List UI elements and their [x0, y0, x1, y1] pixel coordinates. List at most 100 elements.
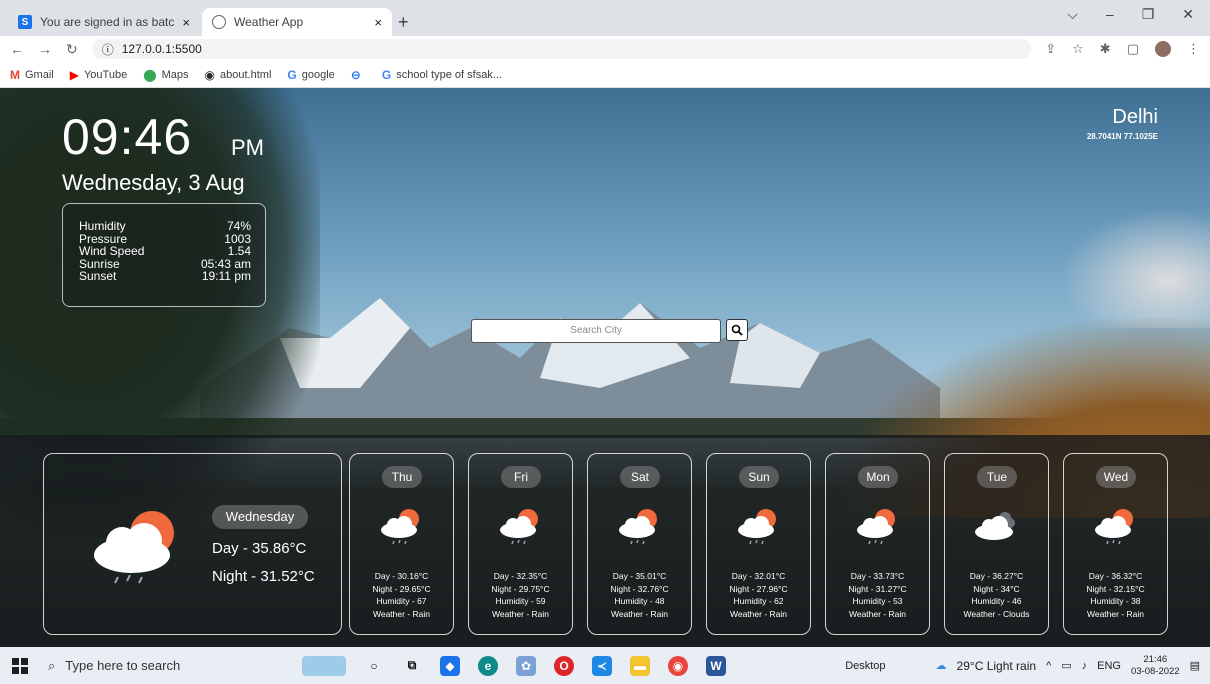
- reload-icon[interactable]: ↻: [66, 41, 78, 58]
- weather-app: 09:46 PM Wednesday, 3 Aug Humidity 74% Pr…: [0, 88, 1210, 647]
- opera-icon[interactable]: O: [554, 655, 574, 676]
- forecast-card: Sat Day - 35.01°C Night - 32.76°C Humidi…: [587, 453, 692, 635]
- address-bar-row: ← → ↻ ⓘ 127.0.0.1:5500 ⇪ ☆ ✱ ▢ ⋮: [0, 36, 1210, 62]
- clouds-icon: [975, 512, 1015, 540]
- bookmark-google[interactable]: Ggoogle: [287, 68, 334, 82]
- bookmark-globe[interactable]: ⊖: [351, 68, 366, 82]
- search-button[interactable]: [726, 319, 748, 341]
- close-window-button[interactable]: ✕: [1182, 6, 1194, 23]
- share-icon[interactable]: ⇪: [1045, 41, 1056, 57]
- rain-cloud-icon: [500, 509, 538, 545]
- windows-start-icon[interactable]: [12, 657, 28, 674]
- extensions-icon[interactable]: ✱: [1100, 41, 1111, 57]
- task-view-icon[interactable]: ⧉: [402, 656, 422, 676]
- profile-avatar[interactable]: [1155, 41, 1171, 57]
- cortana-icon[interactable]: ○: [364, 656, 384, 676]
- url-field[interactable]: ⓘ 127.0.0.1:5500: [91, 39, 1032, 59]
- forecast-day-badge: Sat: [620, 466, 660, 488]
- forecast-card: Fri Day - 32.35°C Night - 29.75°C Humidi…: [468, 453, 573, 635]
- close-tab-icon[interactable]: ×: [182, 15, 190, 30]
- detail-row-humidity: Humidity 74%: [79, 219, 251, 233]
- rain-cloud-icon: [1095, 509, 1133, 545]
- google-icon: G: [381, 67, 392, 82]
- close-tab-icon[interactable]: ×: [374, 15, 382, 30]
- current-details-card: Humidity 74% Pressure 1003 Wind Speed 1.54 …: [62, 203, 266, 307]
- tab-search-icon[interactable]: ⌵: [1067, 6, 1078, 23]
- vscode-icon[interactable]: ≺: [592, 655, 612, 676]
- globe-icon: ⊖: [350, 67, 361, 82]
- current-date: Wednesday, 3 Aug: [62, 170, 245, 195]
- taskbar-apps: ○ ⧉ ◆ e ✿ O ≺ ▬ ◉ W: [302, 655, 726, 676]
- rain-cloud-icon: [94, 511, 174, 584]
- detail-row-sunset: Sunset 19:11 pm: [79, 269, 251, 283]
- forecast-card: Sun Day - 32.01°C Night - 27.96°C Humidi…: [706, 453, 811, 635]
- security-icon[interactable]: ◆: [440, 655, 460, 676]
- search-icon: ⌕: [48, 657, 56, 673]
- toolbar-actions: ⇪ ☆ ✱ ▢ ⋮: [1045, 41, 1200, 57]
- edge-icon[interactable]: e: [478, 655, 498, 676]
- maps-pin-icon: ⬤: [143, 67, 157, 82]
- bookmark-maps[interactable]: ⬤ Maps: [143, 68, 188, 82]
- bookmark-gmail[interactable]: M Gmail: [10, 68, 54, 82]
- current-time: 09:46: [62, 109, 193, 165]
- forecast-details: Day - 32.01°C Night - 27.96°C Humidity -…: [729, 571, 788, 619]
- forecast-day-badge: Sun: [739, 466, 779, 488]
- bookmark-school[interactable]: Gschool type of sfsak...: [382, 68, 502, 82]
- city-coordinates: 28.7041N 77.1025E: [1086, 132, 1158, 141]
- new-tab-button[interactable]: +: [398, 12, 409, 33]
- forecast-details: Day - 33.73°C Night - 31.27°C Humidity -…: [848, 571, 907, 619]
- volume-icon[interactable]: ♪: [1082, 660, 1088, 672]
- forward-icon[interactable]: →: [38, 41, 52, 57]
- search-highlight-icon[interactable]: [302, 655, 346, 676]
- sidepanel-icon[interactable]: ▢: [1127, 41, 1139, 57]
- app-icon[interactable]: ✿: [516, 655, 536, 676]
- forecast-card: Thu Day - 30.16°C Night - 29.65°C Humidi…: [349, 453, 454, 635]
- forecast-details: Day - 36.27°C Night - 34°C Humidity - 46…: [963, 571, 1030, 619]
- google-icon: G: [287, 67, 297, 82]
- weather-widget[interactable]: 29°C Light rain: [957, 659, 1037, 673]
- detail-row-wind-speed: Wind Speed 1.54: [79, 244, 251, 258]
- city-name: Delhi: [1112, 106, 1158, 128]
- tray-chevron-icon[interactable]: ^: [1046, 660, 1051, 672]
- rain-cloud-icon: [619, 509, 657, 545]
- today-day-temp: Day - 35.86°C: [212, 540, 307, 557]
- weather-widget-icon: ☁: [935, 660, 947, 672]
- info-icon[interactable]: ⓘ: [102, 41, 114, 58]
- forecast-card: Wed Day - 36.32°C Night - 32.15°C Humidi…: [1063, 453, 1168, 635]
- star-icon[interactable]: ☆: [1072, 41, 1084, 57]
- restore-button[interactable]: ❐: [1142, 6, 1155, 23]
- system-tray: Desktop ☁ 29°C Light rain ^ ▭ ♪ ENG 21:4…: [845, 647, 1200, 684]
- minimize-button[interactable]: –: [1106, 6, 1114, 23]
- search-icon: [731, 324, 743, 336]
- tab-weather-app[interactable]: Weather App ×: [202, 8, 392, 36]
- lang-indicator[interactable]: ENG: [1097, 660, 1121, 672]
- forecast-details: Day - 35.01°C Night - 32.76°C Humidity -…: [610, 571, 669, 619]
- chrome-icon[interactable]: ◉: [668, 655, 688, 676]
- desktop-label[interactable]: Desktop: [845, 660, 885, 672]
- rain-cloud-icon: [857, 509, 895, 545]
- taskbar-search[interactable]: ⌕ Type here to search: [42, 647, 282, 684]
- forecast-day-badge: Tue: [977, 466, 1017, 488]
- bookmark-about[interactable]: ◉ about.html: [205, 68, 272, 82]
- tab-signed-in[interactable]: S You are signed in as batchb18 ×: [8, 8, 200, 36]
- s-icon: S: [18, 15, 32, 29]
- word-icon[interactable]: W: [706, 655, 726, 676]
- taskbar-clock[interactable]: 21:46 03-08-2022: [1131, 654, 1180, 678]
- forecast-day-badge: Wed: [1096, 466, 1136, 488]
- gmail-icon: M: [10, 67, 20, 82]
- forecast-day-badge: Mon: [858, 466, 898, 488]
- file-explorer-icon[interactable]: ▬: [630, 655, 650, 676]
- rain-cloud-icon: [381, 509, 419, 545]
- taskbar: ⌕ Type here to search ○ ⧉ ◆ e ✿ O ≺ ▬ ◉ …: [0, 647, 1210, 684]
- bookmark-youtube[interactable]: ▶ YouTube: [70, 68, 127, 82]
- github-icon: ◉: [204, 67, 216, 82]
- bookmarks-bar: M Gmail ▶ YouTube ⬤ Maps ◉ about.html Ggoogl…: [0, 62, 1210, 88]
- browser-tab-bar: S You are signed in as batchb18 × Weathe…: [0, 0, 1210, 36]
- search-city-input[interactable]: Search City: [471, 319, 721, 343]
- back-icon[interactable]: ←: [10, 41, 24, 57]
- notifications-icon[interactable]: ▤: [1190, 659, 1200, 672]
- menu-icon[interactable]: ⋮: [1187, 41, 1200, 57]
- youtube-icon: ▶: [69, 67, 79, 82]
- forecast-details: Day - 30.16°C Night - 29.65°C Humidity -…: [372, 571, 431, 619]
- network-icon[interactable]: ▭: [1061, 659, 1071, 672]
